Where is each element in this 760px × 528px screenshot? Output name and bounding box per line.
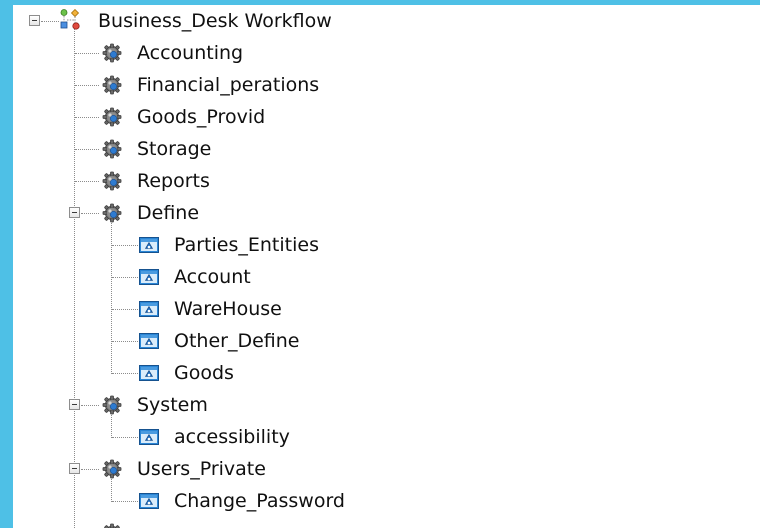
tree-connector-h: [112, 277, 138, 278]
tree-connector-h: [81, 405, 99, 406]
tree-node-accounting[interactable]: Accounting: [13, 37, 713, 69]
tree-node-label: WareHouse: [174, 298, 282, 320]
tree-node-partial[interactable]: [13, 517, 713, 528]
tree-connector-h: [112, 501, 138, 502]
tree-node-label: Financial_perations: [137, 74, 320, 96]
gear-icon: [102, 459, 122, 479]
gear-icon: [102, 75, 122, 95]
form-icon: [139, 235, 159, 255]
tree-node-warehouse[interactable]: WareHouse: [13, 293, 713, 325]
tree-node-label: Goods_Provid: [137, 106, 266, 128]
form-icon: [139, 491, 159, 511]
tree-node-label: System: [137, 394, 208, 416]
tree-node-goods[interactable]: Goods: [13, 357, 713, 389]
form-icon: [139, 427, 159, 447]
workflow-tree: Business_Desk Workflow Accounting Financ…: [13, 5, 760, 528]
tree-node-reports[interactable]: Reports: [13, 165, 713, 197]
tree-connector-h: [112, 341, 138, 342]
tree-node-label: Accounting: [137, 42, 244, 64]
gear-icon: [102, 139, 122, 159]
tree-node-label: Define: [137, 202, 200, 224]
tree-node-users-private[interactable]: Users_Private: [13, 453, 713, 485]
tree-node-accessibility[interactable]: accessibility: [13, 421, 713, 453]
tree-node-goods-provid[interactable]: Goods_Provid: [13, 101, 713, 133]
tree-node-label: Users_Private: [137, 458, 266, 480]
tree-connector-h: [112, 245, 138, 246]
tree-node-parties-entities[interactable]: Parties_Entities: [13, 229, 713, 261]
tree-node-label: Change_Password: [174, 490, 345, 512]
collapse-toggle-root[interactable]: [29, 15, 40, 26]
tree-node-label: accessibility: [174, 426, 290, 448]
tree-node-financial-operations[interactable]: Financial_perations: [13, 69, 713, 101]
collapse-toggle-users-private[interactable]: [69, 463, 80, 474]
tree-node-label: Storage: [137, 138, 212, 160]
tree-connector-h: [81, 213, 99, 214]
gear-icon: [102, 43, 122, 63]
tree-node-change-password[interactable]: Change_Password: [13, 485, 713, 517]
tree-node-label: Goods: [174, 362, 234, 384]
gear-icon: [102, 523, 122, 528]
tree-node-root[interactable]: Business_Desk Workflow: [13, 5, 713, 37]
gear-icon: [102, 395, 122, 415]
gear-icon: [102, 171, 122, 191]
tree-connector-h: [112, 309, 138, 310]
tree-node-label: Other_Define: [174, 330, 300, 352]
tree-connector-h: [75, 149, 99, 150]
tree-node-other-define[interactable]: Other_Define: [13, 325, 713, 357]
workflow-tree-panel: Business_Desk Workflow Accounting Financ…: [13, 5, 760, 528]
tree-connector-h: [112, 373, 138, 374]
gear-icon: [102, 107, 122, 127]
tree-node-define[interactable]: Define: [13, 197, 713, 229]
tree-node-label: Business_Desk Workflow: [98, 10, 332, 32]
form-icon: [139, 267, 159, 287]
tree-connector-h: [75, 53, 99, 54]
tree-node-label: Reports: [137, 170, 210, 192]
tree-connector-h: [75, 85, 99, 86]
form-icon: [139, 331, 159, 351]
tree-connector-h: [112, 437, 138, 438]
collapse-toggle-define[interactable]: [69, 207, 80, 218]
gear-icon: [102, 203, 122, 223]
form-icon: [139, 363, 159, 383]
tree-node-label: Account: [174, 266, 251, 288]
tree-connector-h: [81, 469, 99, 470]
tree-node-account[interactable]: Account: [13, 261, 713, 293]
form-icon: [139, 299, 159, 319]
tree-node-storage[interactable]: Storage: [13, 133, 713, 165]
collapse-toggle-system[interactable]: [69, 399, 80, 410]
tree-connector-h: [75, 181, 99, 182]
tree-connector-h: [41, 21, 59, 22]
tree-node-label: Parties_Entities: [174, 234, 319, 256]
tree-node-system[interactable]: System: [13, 389, 713, 421]
workflow-icon: [59, 9, 81, 31]
tree-connector-h: [75, 117, 99, 118]
